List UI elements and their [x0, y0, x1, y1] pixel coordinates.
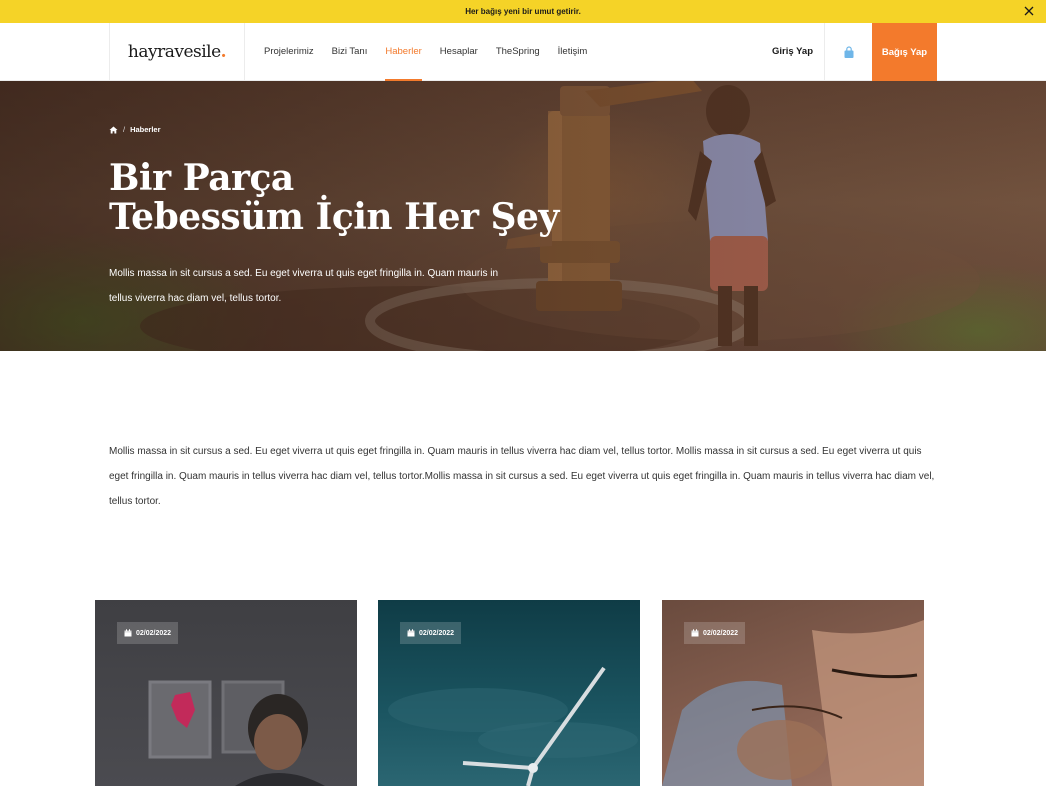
login-link[interactable]: Giriş Yap: [772, 23, 813, 81]
date-badge: 02/02/2022: [684, 622, 746, 644]
shopping-bag-icon: [844, 45, 853, 58]
logo: hayravesile.: [127, 42, 227, 62]
nav-item-bizi-tani[interactable]: Bizi Tanı: [332, 23, 368, 81]
calendar-icon: [691, 629, 699, 637]
main-nav: Projelerimiz Bizi Tanı Haberler Hesaplar…: [264, 23, 605, 81]
nav-item-haberler[interactable]: Haberler: [385, 23, 423, 81]
page-title: Bir Parça Tebessüm İçin Her Şey: [109, 159, 589, 237]
nav-item-projelerimiz[interactable]: Projelerimiz: [264, 23, 314, 81]
news-card[interactable]: 02/02/2022: [378, 600, 640, 786]
calendar-icon: [407, 629, 415, 637]
nav-item-thespring[interactable]: TheSpring: [496, 23, 540, 81]
news-date: 02/02/2022: [419, 629, 455, 637]
breadcrumb: / Haberler: [109, 125, 161, 134]
breadcrumb-separator: /: [123, 125, 126, 134]
home-icon[interactable]: [109, 126, 118, 134]
logo-text: hayravesile: [127, 42, 221, 62]
news-date: 02/02/2022: [136, 629, 172, 637]
announcement-text: Her bağış yeni bir umut getirir.: [465, 7, 581, 16]
news-date: 02/02/2022: [703, 629, 739, 637]
page-title-line-1: Bir Parça: [109, 157, 294, 199]
date-badge: 02/02/2022: [117, 622, 179, 644]
intro-paragraph: Mollis massa in sit cursus a sed. Eu ege…: [109, 446, 935, 507]
logo-link[interactable]: hayravesile.: [109, 23, 245, 81]
calendar-icon: [124, 629, 132, 637]
news-card[interactable]: 02/02/2022: [95, 600, 357, 786]
announcement-bar: Her bağış yeni bir umut getirir.: [0, 0, 1046, 23]
hero-description: Mollis massa in sit cursus a sed. Eu ege…: [109, 268, 499, 304]
site-header: hayravesile. Projelerimiz Bizi Tanı Habe…: [0, 23, 1046, 81]
page-title-line-2: Tebessüm İçin Her Şey: [109, 196, 559, 238]
nav-item-hesaplar[interactable]: Hesaplar: [440, 23, 478, 81]
cart-button[interactable]: [824, 23, 872, 81]
breadcrumb-current: Haberler: [130, 125, 161, 134]
hero-banner: / Haberler Bir Parça Tebessüm İçin Her Ş…: [0, 81, 1046, 351]
close-icon[interactable]: [1022, 4, 1036, 18]
news-card[interactable]: 02/02/2022: [662, 600, 924, 786]
nav-item-iletisim[interactable]: İletişim: [558, 23, 588, 81]
date-badge: 02/02/2022: [400, 622, 462, 644]
logo-dot: .: [220, 42, 227, 62]
donate-button[interactable]: Bağış Yap: [872, 23, 937, 81]
